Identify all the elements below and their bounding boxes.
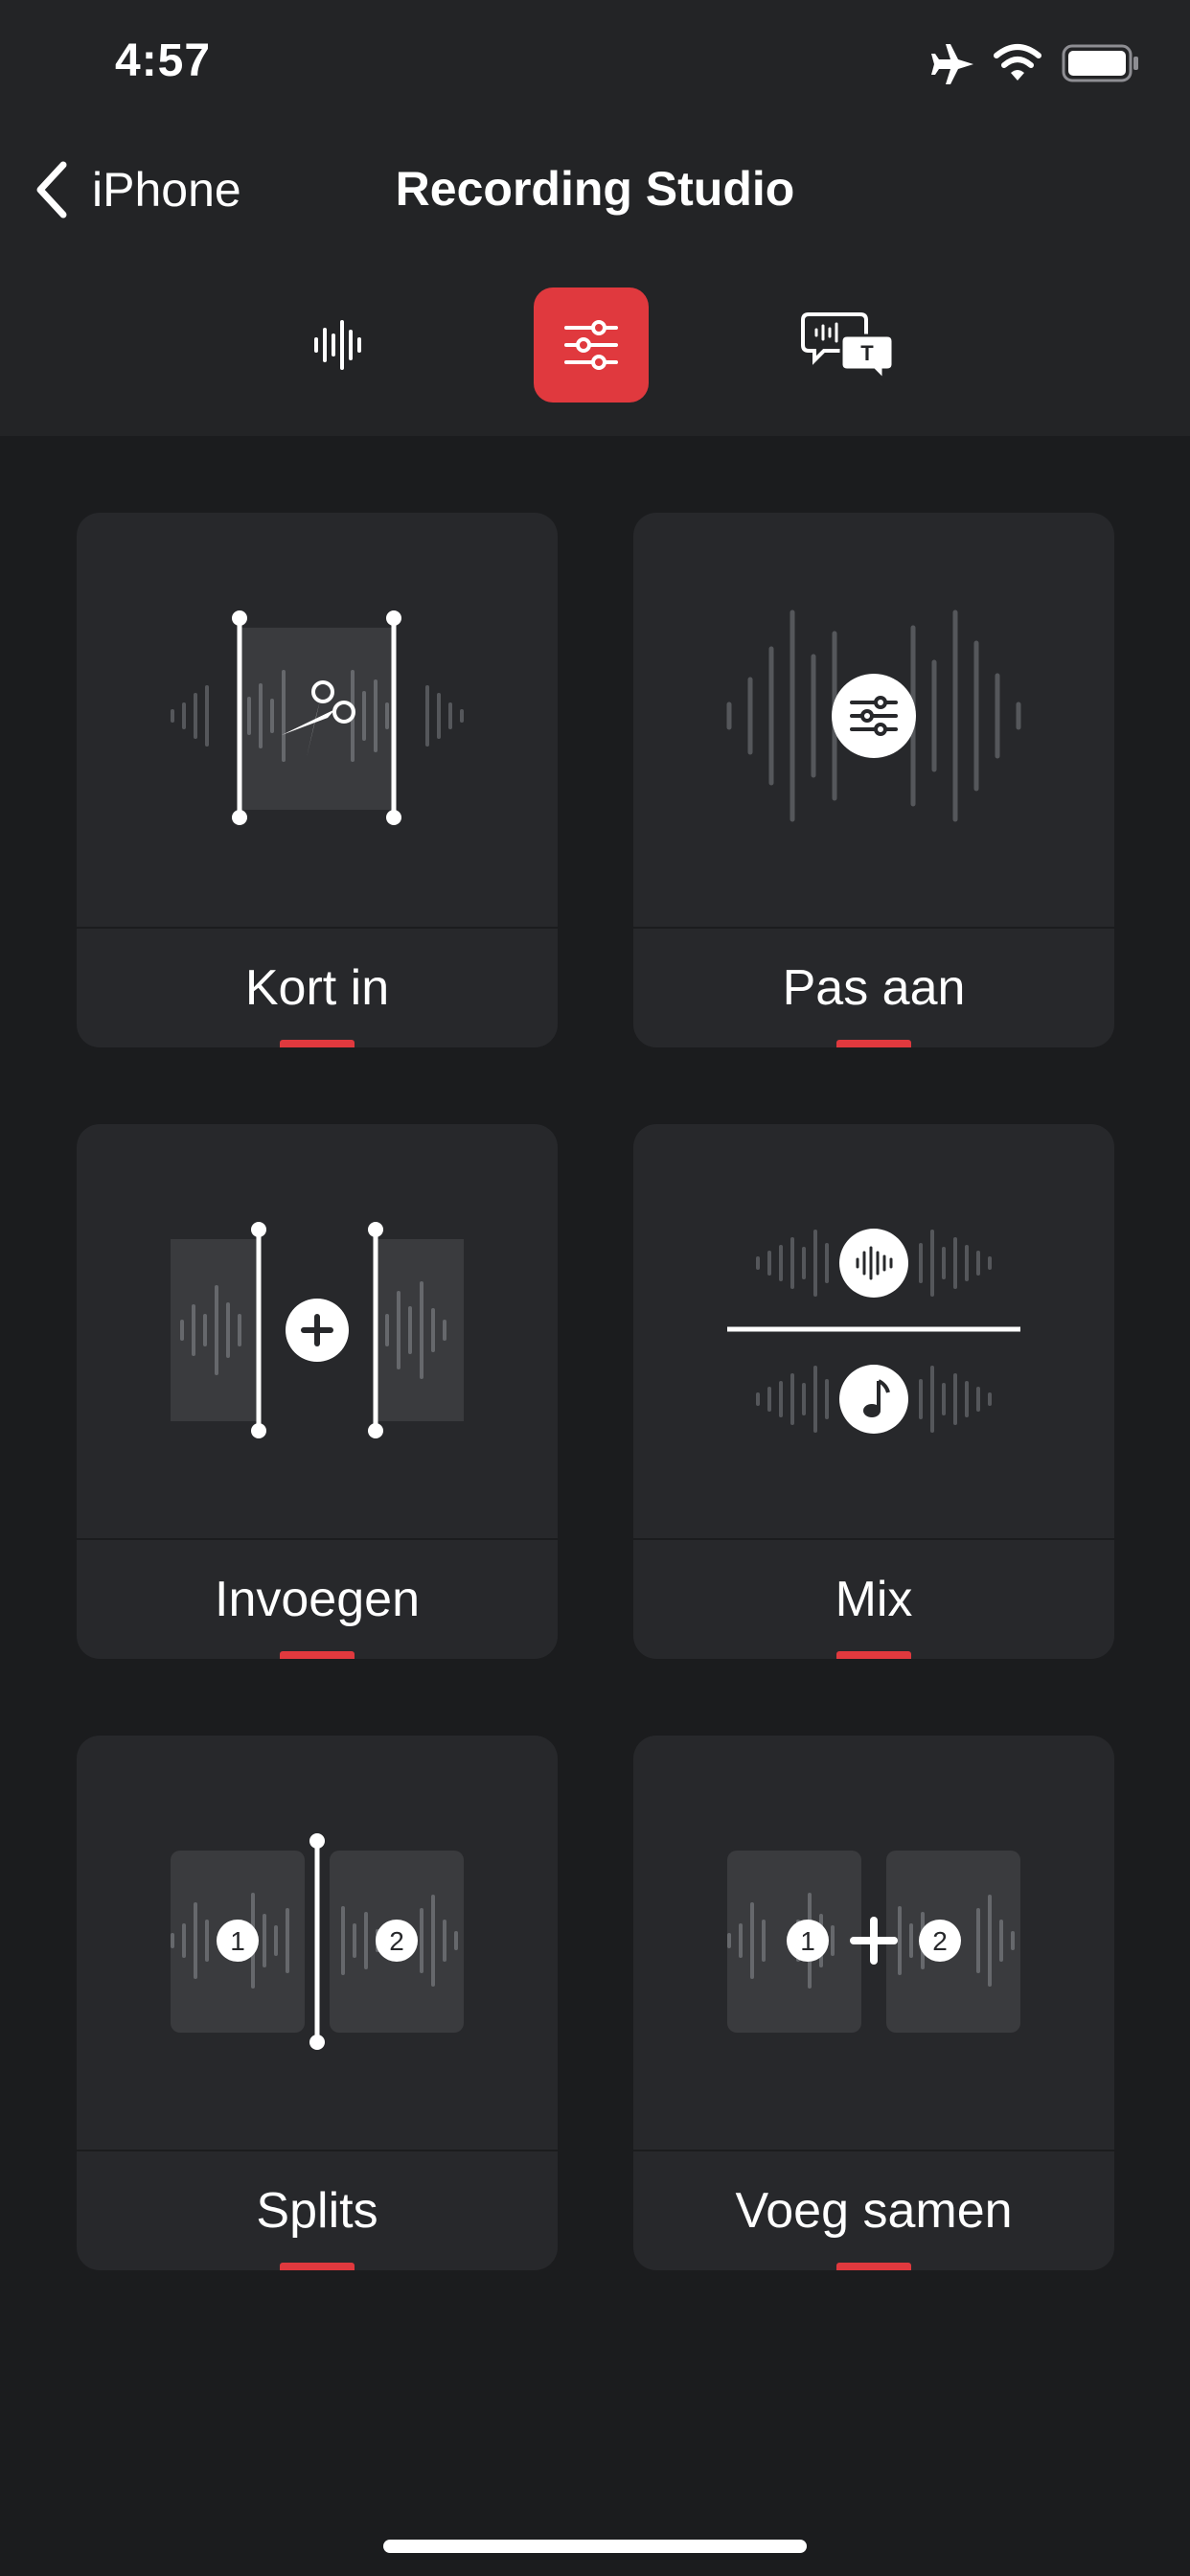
tool-card-merge[interactable]: 1 2 Voeg samen [633, 1736, 1114, 2270]
wifi-icon [994, 44, 1041, 80]
sliders-icon [850, 696, 898, 736]
transcript-icon: T [801, 312, 895, 383]
transcript-badge: T [860, 341, 874, 365]
tool-card-insert[interactable]: Invoegen [77, 1124, 558, 1659]
segment-number-2: 2 [932, 1926, 948, 1956]
accent-bar [836, 2263, 911, 2270]
split-illustration: 1 2 [171, 1833, 464, 2050]
tab-transcript[interactable]: T [791, 288, 906, 402]
tool-card-mix[interactable]: Mix [633, 1124, 1114, 1659]
accent-bar [280, 1651, 355, 1659]
segment-number-1: 1 [230, 1926, 245, 1956]
merge-illustration: 1 2 [727, 1851, 1020, 2033]
tool-label: Mix [835, 1572, 913, 1627]
tool-label: Invoegen [215, 1572, 420, 1627]
segment-number-2: 2 [389, 1926, 404, 1956]
sliders-icon [564, 320, 618, 370]
segment-number-1: 1 [800, 1926, 815, 1956]
adjust-illustration [726, 610, 1021, 822]
accent-bar [280, 1040, 355, 1047]
accent-bar [836, 1651, 911, 1659]
tool-label: Kort in [244, 960, 390, 1016]
page-title: Recording Studio [395, 162, 795, 216]
status-time: 4:57 [115, 35, 212, 86]
tool-label: Pas aan [782, 960, 966, 1016]
tool-card-trim[interactable]: Kort in [77, 513, 558, 1047]
airplane-icon [931, 44, 973, 84]
tab-edit[interactable] [534, 288, 649, 402]
accent-bar [280, 2263, 355, 2270]
tool-card-split[interactable]: 1 2 Splits [77, 1736, 558, 2270]
waveform-icon [314, 320, 361, 370]
tool-label: Voeg samen [735, 2183, 1013, 2239]
tool-label: Splits [256, 2183, 378, 2239]
home-indicator[interactable] [383, 2540, 807, 2553]
battery-icon [1062, 44, 1138, 82]
mix-illustration [727, 1229, 1020, 1434]
tool-card-adjust[interactable]: Pas aan [633, 513, 1114, 1047]
tab-waveform[interactable] [280, 288, 395, 402]
accent-bar [836, 1040, 911, 1047]
mode-tabs: T [0, 288, 1190, 402]
header: 4:57 iPhone Recording Studio T [0, 0, 1190, 436]
insert-illustration [171, 1222, 464, 1438]
trim-illustration [171, 610, 464, 825]
